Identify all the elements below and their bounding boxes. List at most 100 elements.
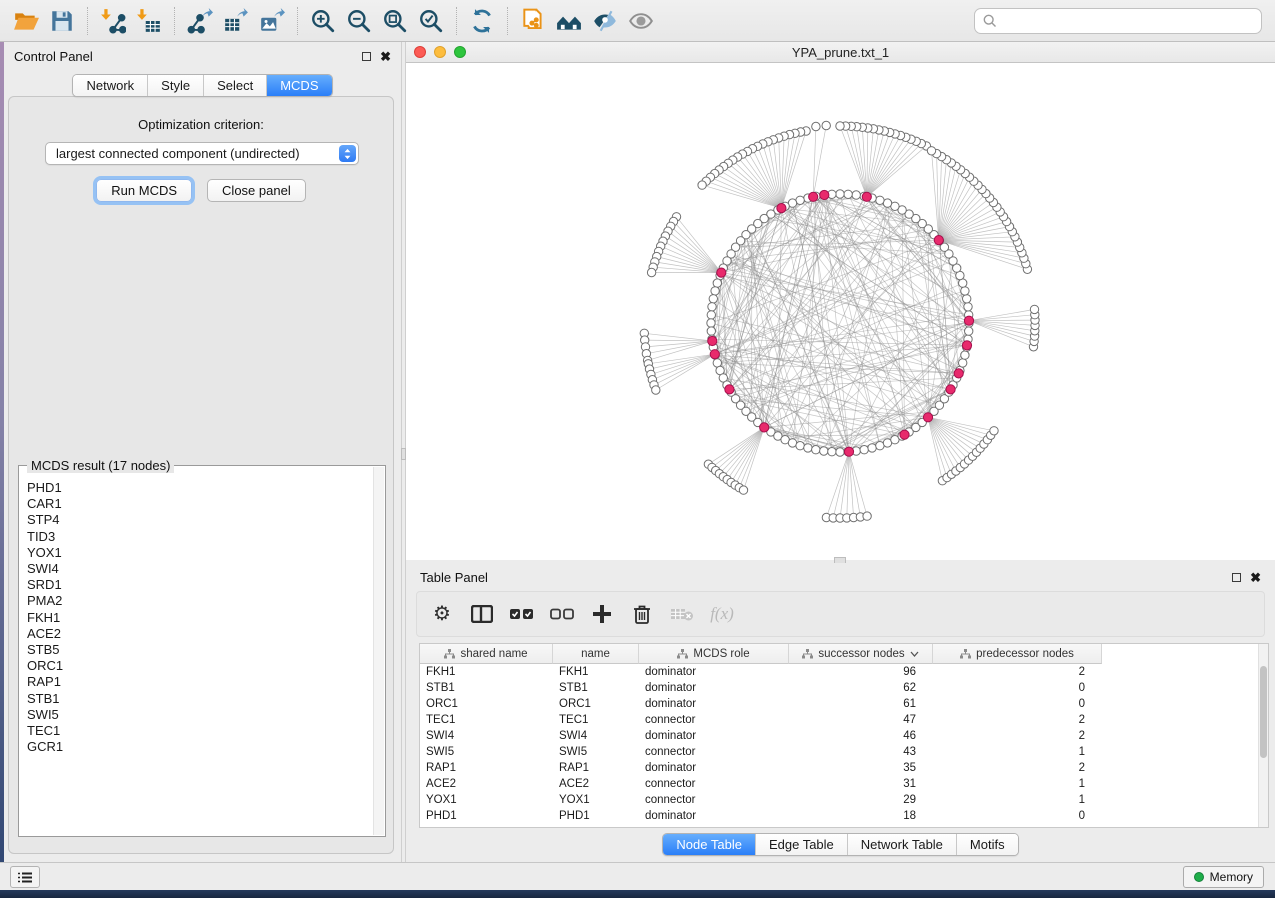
mcds-result-item[interactable]: PMA2 [27, 593, 373, 609]
mcds-result-item[interactable]: CAR1 [27, 496, 373, 512]
select-all-button[interactable] [507, 599, 537, 629]
close-panel-icon[interactable]: ✖ [1250, 573, 1261, 582]
desktop-background-strip [0, 890, 1275, 898]
run-mcds-button[interactable]: Run MCDS [96, 179, 192, 202]
zoom-out-button[interactable] [341, 5, 377, 37]
network-view[interactable] [406, 63, 1275, 560]
export-network-button[interactable] [182, 5, 218, 37]
show-column-panel-button[interactable] [467, 599, 497, 629]
close-panel-button[interactable]: Close panel [207, 179, 306, 202]
column-header-shared-name[interactable]: shared name [420, 644, 553, 664]
table-row[interactable]: ACE2ACE2connector311 [420, 776, 1268, 792]
column-type-icon [802, 649, 813, 659]
table-scrollbar-thumb[interactable] [1260, 666, 1267, 758]
tab-style[interactable]: Style [147, 75, 203, 96]
column-type-icon [444, 649, 455, 659]
search-input[interactable] [1003, 14, 1253, 29]
table-row[interactable]: YOX1YOX1connector291 [420, 792, 1268, 808]
table-row[interactable]: SWI5SWI5connector431 [420, 744, 1268, 760]
zoom-fit-button[interactable] [377, 5, 413, 37]
zoom-in-button[interactable] [305, 5, 341, 37]
mcds-result-item[interactable]: FKH1 [27, 610, 373, 626]
tab-network[interactable]: Network [73, 75, 147, 96]
cell: 62 [789, 682, 933, 694]
float-panel-icon[interactable] [1232, 573, 1241, 582]
mcds-result-item[interactable]: TID3 [27, 529, 373, 545]
cell: dominator [639, 666, 789, 678]
import-network-button[interactable] [95, 5, 131, 37]
cell: dominator [639, 730, 789, 742]
column-header-predecessor-nodes[interactable]: predecessor nodes [933, 644, 1102, 664]
apply-layout-button[interactable] [464, 5, 500, 37]
cell: SWI4 [553, 730, 639, 742]
graphics-details-button[interactable] [623, 5, 659, 37]
zoom-selected-button[interactable] [413, 5, 449, 37]
table-row[interactable]: PHD1PHD1dominator180 [420, 808, 1268, 824]
mcds-result-item[interactable]: GCR1 [27, 739, 373, 755]
import-network-icon [100, 8, 126, 34]
column-header-name[interactable]: name [553, 644, 639, 664]
column-header-successor-nodes[interactable]: successor nodes [789, 644, 933, 664]
add-column-button[interactable] [587, 599, 617, 629]
table-scrollbar[interactable] [1258, 644, 1268, 827]
mcds-result-item[interactable]: ORC1 [27, 658, 373, 674]
table-row[interactable]: SWI4SWI4dominator462 [420, 728, 1268, 744]
table-panel-header: Table Panel ✖ [406, 563, 1275, 591]
fx-icon: f(x) [710, 604, 734, 624]
mcds-result-item[interactable]: STP4 [27, 512, 373, 528]
mcds-result-item[interactable]: RAP1 [27, 674, 373, 690]
table-row[interactable]: RAP1RAP1dominator352 [420, 760, 1268, 776]
zoom-selected-icon [418, 8, 444, 34]
cell: YOX1 [420, 794, 553, 806]
close-panel-icon[interactable]: ✖ [380, 52, 391, 61]
refresh-icon [469, 8, 495, 34]
mcds-result-item[interactable]: SWI5 [27, 707, 373, 723]
tab-network-table[interactable]: Network Table [847, 834, 956, 855]
mcds-result-item[interactable]: ACE2 [27, 626, 373, 642]
hide-selected-button[interactable] [587, 5, 623, 37]
tab-motifs[interactable]: Motifs [956, 834, 1018, 855]
mcds-list-scrollbar[interactable] [373, 467, 384, 835]
cell: STB1 [553, 682, 639, 694]
table-panel: Table Panel ✖ ⚙ f(x) shared namenameMCDS… [406, 563, 1275, 862]
cell: STB1 [420, 682, 553, 694]
mcds-result-item[interactable]: STB1 [27, 691, 373, 707]
column-type-icon [960, 649, 971, 659]
task-history-button[interactable] [10, 866, 40, 888]
criterion-select[interactable]: largest connected component (undirected) [45, 142, 359, 165]
cell: YOX1 [553, 794, 639, 806]
first-neighbors-button[interactable] [551, 5, 587, 37]
memory-button[interactable]: Memory [1183, 866, 1264, 888]
network-window-titlebar[interactable]: YPA_prune.txt_1 [406, 42, 1275, 63]
delete-column-button[interactable] [627, 599, 657, 629]
export-image-button[interactable] [254, 5, 290, 37]
cell: FKH1 [553, 666, 639, 678]
mcds-result-item[interactable]: SRD1 [27, 577, 373, 593]
tab-select[interactable]: Select [203, 75, 266, 96]
float-panel-icon[interactable] [362, 52, 371, 61]
tab-node-table[interactable]: Node Table [663, 834, 755, 855]
open-button[interactable] [8, 5, 44, 37]
table-settings-button[interactable]: ⚙ [427, 599, 457, 629]
mcds-result-item[interactable]: YOX1 [27, 545, 373, 561]
column-header-MCDS-role[interactable]: MCDS role [639, 644, 789, 664]
mcds-result-item[interactable]: TEC1 [27, 723, 373, 739]
mcds-result-item[interactable]: SWI4 [27, 561, 373, 577]
tab-mcds[interactable]: MCDS [266, 75, 331, 96]
mcds-result-item[interactable]: PHD1 [27, 480, 373, 496]
search-field[interactable] [974, 8, 1262, 34]
import-table-button[interactable] [131, 5, 167, 37]
deselect-all-button[interactable] [547, 599, 577, 629]
mcds-result-list[interactable]: PHD1CAR1STP4TID3YOX1SWI4SRD1PMA2FKH1ACE2… [20, 474, 373, 835]
tab-edge-table[interactable]: Edge Table [755, 834, 847, 855]
mcds-result-item[interactable]: STB5 [27, 642, 373, 658]
table-row[interactable]: TEC1TEC1connector472 [420, 712, 1268, 728]
table-row[interactable]: STB1STB1dominator620 [420, 680, 1268, 696]
export-table-button[interactable] [218, 5, 254, 37]
new-network-from-selection-button[interactable] [515, 5, 551, 37]
table-tabs: Node TableEdge TableNetwork TableMotifs [406, 833, 1275, 856]
table-row[interactable]: ORC1ORC1dominator610 [420, 696, 1268, 712]
table-row[interactable]: FKH1FKH1dominator962 [420, 664, 1268, 680]
save-button[interactable] [44, 5, 80, 37]
cell: dominator [639, 762, 789, 774]
